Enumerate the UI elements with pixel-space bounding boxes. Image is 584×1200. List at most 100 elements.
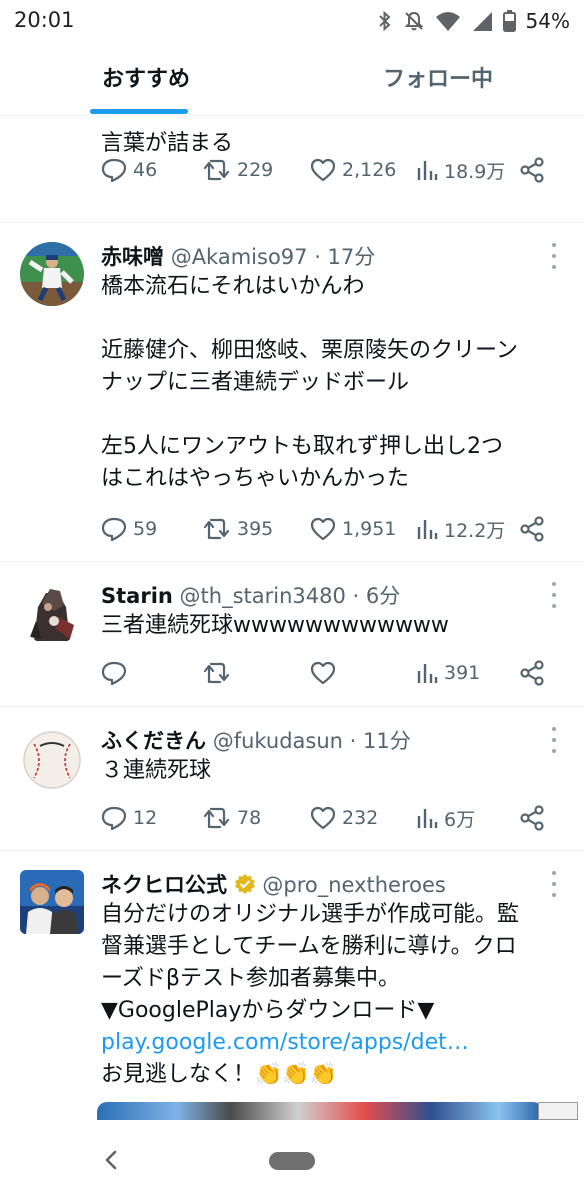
retweet-button[interactable] bbox=[203, 658, 231, 688]
share-icon bbox=[520, 805, 544, 831]
views-button[interactable]: 391 bbox=[416, 658, 480, 688]
tweet[interactable]: ​ 言葉が詰まる 46 229 2,126 18.9万 bbox=[0, 116, 584, 223]
retweet-button[interactable]: 229 bbox=[203, 155, 273, 185]
tab-following[interactable]: フォロー中 bbox=[292, 42, 584, 116]
retweet-count: 229 bbox=[237, 159, 274, 181]
share-button[interactable] bbox=[519, 155, 545, 185]
avatar[interactable] bbox=[20, 726, 84, 790]
like-count: 232 bbox=[342, 807, 379, 829]
status-bar: 20:01 54% bbox=[0, 0, 584, 42]
avatar[interactable] bbox=[20, 242, 84, 306]
signal-icon bbox=[472, 12, 492, 31]
like-button[interactable]: 1,951 bbox=[310, 514, 396, 544]
back-chevron-icon[interactable] bbox=[100, 1146, 122, 1174]
views-button[interactable]: 6万 bbox=[416, 803, 475, 833]
like-button[interactable] bbox=[310, 658, 336, 688]
share-button[interactable] bbox=[519, 514, 545, 544]
heart-icon bbox=[310, 158, 336, 182]
tweet-header: Starin @th_starin3480 · 6分 bbox=[101, 580, 400, 610]
reply-icon bbox=[101, 517, 127, 542]
share-button[interactable] bbox=[519, 658, 545, 688]
avatar[interactable] bbox=[20, 581, 84, 645]
user-handle[interactable]: @th_starin3480 bbox=[180, 584, 346, 608]
tweet-text-blank bbox=[101, 399, 571, 431]
like-count: 1,951 bbox=[342, 518, 397, 540]
tweet-text-line: 近藤健介、柳田悠岐、栗原陵矢のクリーン bbox=[101, 338, 518, 363]
share-button[interactable] bbox=[519, 803, 545, 833]
tweet[interactable]: ふくだきん @fukudasun · 11分 ３連続死球 12 78 232 6 bbox=[0, 707, 584, 851]
reply-count: 59 bbox=[133, 518, 158, 540]
more-options-icon[interactable] bbox=[550, 871, 558, 897]
bluetooth-icon bbox=[378, 10, 391, 32]
tweet-header: ネクヒロ公式 @pro_nextheroes bbox=[101, 869, 446, 899]
display-name[interactable]: ネクヒロ公式 bbox=[101, 873, 227, 897]
tweet-text-line: お見逃しなく！👏👏👏 bbox=[101, 1062, 338, 1087]
heart-icon bbox=[310, 806, 336, 830]
system-navigation-bar bbox=[0, 1120, 584, 1200]
user-handle[interactable]: @Akamiso97 bbox=[171, 245, 308, 269]
tweet[interactable]: Starin @th_starin3480 · 6分 三者連続死球wwwwwww… bbox=[0, 562, 584, 707]
display-name[interactable]: ふくだきん bbox=[101, 729, 206, 753]
tweet-header: ふくだきん @fukudasun · 11分 bbox=[101, 725, 411, 755]
tweet-header: 赤味噌 @Akamiso97 · 17分 bbox=[101, 241, 375, 271]
reply-icon bbox=[101, 661, 127, 686]
like-button[interactable]: 232 bbox=[310, 803, 378, 833]
user-handle[interactable]: @fukudasun bbox=[213, 729, 343, 753]
reply-button[interactable]: 46 bbox=[101, 155, 157, 185]
tweet-text-line: 三者連続死球wwwwwwwwwwww bbox=[101, 613, 449, 638]
tweet-text-line: 自分だけのオリジナル選手が作成可能。監 bbox=[101, 902, 520, 927]
timeline-feed[interactable]: ​ 言葉が詰まる 46 229 2,126 18.9万 bbox=[0, 116, 584, 1120]
home-pill-button[interactable] bbox=[269, 1152, 315, 1170]
tweet-actions: 59 395 1,951 12.2万 bbox=[101, 514, 561, 544]
status-time: 20:01 bbox=[14, 8, 75, 32]
share-icon bbox=[520, 660, 544, 686]
tweet-text: 自分だけのオリジナル選手が作成可能。監 督兼選手としてチームを勝利に導け。クロ … bbox=[101, 899, 571, 1091]
promoted-media-image[interactable] bbox=[97, 1102, 543, 1120]
tweet-text-line: ナップに三者連続デッドボール bbox=[101, 370, 410, 395]
tweet-text: 橋本流石にそれはいかんわ 近藤健介、柳田悠岐、栗原陵矢のクリーン ナップに三者連… bbox=[101, 271, 571, 495]
reply-count: 12 bbox=[133, 807, 158, 829]
mute-icon bbox=[404, 11, 423, 31]
display-name[interactable]: 赤味噌 bbox=[101, 245, 164, 269]
tweet-link[interactable]: play.google.com/store/apps/det… bbox=[101, 1027, 571, 1059]
promoted-media-thumbnail[interactable] bbox=[538, 1102, 578, 1120]
user-handle[interactable]: @pro_nextheroes bbox=[262, 873, 445, 897]
retweet-button[interactable]: 78 bbox=[203, 803, 261, 833]
reply-button[interactable] bbox=[101, 658, 127, 688]
share-icon bbox=[520, 157, 544, 183]
promoted-tweet[interactable]: ネクヒロ公式 @pro_nextheroes 自分だけのオリジナル選手が作成可能… bbox=[0, 851, 584, 1120]
tweet-text-line: はこれはやっちゃいかんかった bbox=[101, 466, 410, 491]
retweet-icon bbox=[203, 807, 230, 829]
share-icon bbox=[520, 516, 544, 542]
tweet[interactable]: 赤味噌 @Akamiso97 · 17分 橋本流石にそれはいかんわ 近藤健介、柳… bbox=[0, 223, 584, 562]
reply-icon bbox=[101, 806, 127, 831]
display-name[interactable]: Starin bbox=[101, 584, 173, 608]
reply-button[interactable]: 59 bbox=[101, 514, 157, 544]
wifi-icon bbox=[435, 12, 460, 31]
tweet-actions: 12 78 232 6万 bbox=[101, 803, 561, 833]
reply-button[interactable]: 12 bbox=[101, 803, 157, 833]
retweet-icon bbox=[203, 662, 230, 684]
views-count: 391 bbox=[444, 662, 481, 684]
tab-recommended[interactable]: おすすめ bbox=[0, 42, 292, 116]
views-icon bbox=[417, 809, 438, 828]
views-button[interactable]: 18.9万 bbox=[416, 155, 505, 185]
battery-percent: 54% bbox=[525, 9, 570, 33]
tweet-time: · 17分 bbox=[314, 245, 376, 269]
tweet-actions: 46 229 2,126 18.9万 bbox=[101, 155, 561, 185]
reply-icon bbox=[101, 158, 127, 183]
tweet-time: · 11分 bbox=[349, 729, 411, 753]
tweet-text-line: 左5人にワンアウトも取れず押し出し2つ bbox=[101, 434, 503, 459]
more-options-icon[interactable] bbox=[550, 243, 558, 269]
more-options-icon[interactable] bbox=[550, 727, 558, 753]
views-button[interactable]: 12.2万 bbox=[416, 514, 505, 544]
reply-count: 46 bbox=[133, 159, 158, 181]
retweet-button[interactable]: 395 bbox=[203, 514, 273, 544]
avatar[interactable] bbox=[20, 870, 84, 934]
like-button[interactable]: 2,126 bbox=[310, 155, 396, 185]
tweet-time: · 6分 bbox=[352, 584, 401, 608]
timeline-tabs: おすすめ フォロー中 bbox=[0, 42, 584, 116]
more-options-icon[interactable] bbox=[550, 582, 558, 608]
views-count: 18.9万 bbox=[444, 160, 506, 183]
tweet-text-partial-line: ​ bbox=[101, 116, 571, 128]
